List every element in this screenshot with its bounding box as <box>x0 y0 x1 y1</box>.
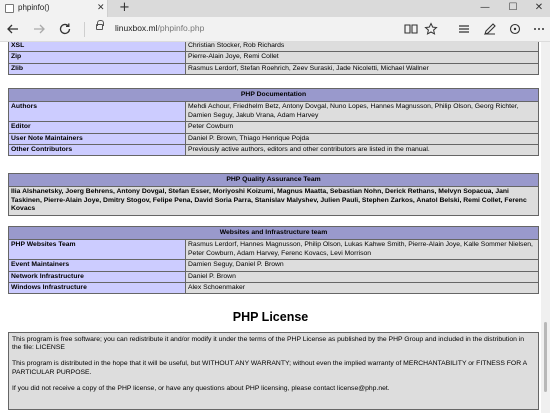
page-favicon-icon <box>5 4 14 13</box>
qa-header: PHP Quality Assurance Team <box>8 172 539 188</box>
back-arrow-icon[interactable] <box>6 22 20 36</box>
row-label: XSL <box>8 42 186 53</box>
row-value: Daniel P. Brown, Thiago Henrique Pojda <box>185 132 539 146</box>
license-paragraph: This program is free software; you can r… <box>12 336 525 352</box>
qa-members: Ilia Alshanetsky, Joerg Behrens, Antony … <box>8 186 539 216</box>
row-value: Rasmus Lerdorf, Stefan Roehrich, Zeev Su… <box>185 62 539 76</box>
qa-table: PHP Quality Assurance Team Ilia Alshanet… <box>8 172 539 216</box>
row-label: Event Maintainers <box>8 259 186 272</box>
credits-table-top: XSL Christian Stocker, Rob Richards Zip … <box>8 42 539 76</box>
web-note-icon[interactable] <box>483 22 497 36</box>
new-tab-icon[interactable]: + <box>119 1 130 15</box>
row-value: Peter Cowburn <box>185 121 539 134</box>
row-label: PHP Websites Team <box>8 239 186 261</box>
license-box: This program is free software; you can r… <box>8 332 539 410</box>
row-label: Zlib <box>8 62 186 76</box>
table-row: Ilia Alshanetsky, Joerg Behrens, Antony … <box>8 186 539 216</box>
infrastructure-header: Websites and Infrastructure team <box>8 225 539 241</box>
minimize-icon[interactable]: — <box>478 2 492 14</box>
row-value: Daniel P. Brown <box>185 270 539 284</box>
documentation-header: PHP Documentation <box>8 87 539 103</box>
row-value: Alex Schoenmaker <box>185 282 539 295</box>
table-row: PHP Websites Team Rasmus Lerdorf, Hannes… <box>8 239 539 261</box>
refresh-icon[interactable] <box>58 22 72 36</box>
table-row: Zip Pierre-Alain Joye, Remi Collet <box>8 51 539 64</box>
address-bar[interactable]: linuxbox.ml/phpinfo.php <box>115 23 204 33</box>
row-value: Christian Stocker, Rob Richards <box>185 42 539 53</box>
table-row: User Note Maintainers Daniel P. Brown, T… <box>8 132 539 146</box>
license-paragraph: If you did not receive a copy of the PHP… <box>12 384 390 392</box>
row-label: Other Contributors <box>8 144 186 157</box>
vertical-scrollbar[interactable] <box>541 42 550 413</box>
row-value: Rasmus Lerdorf, Hannes Magnusson, Philip… <box>185 239 539 261</box>
row-label: User Note Maintainers <box>8 132 186 146</box>
row-label: Windows Infrastructure <box>8 282 186 295</box>
table-row: Network Infrastructure Daniel P. Brown <box>8 270 539 284</box>
window-close-icon[interactable]: ✕ <box>532 2 546 14</box>
row-value: Pierre-Alain Joye, Remi Collet <box>185 51 539 64</box>
table-row: Editor Peter Cowburn <box>8 121 539 134</box>
row-value: Damien Seguy, Daniel P. Brown <box>185 259 539 272</box>
table-row: Zlib Rasmus Lerdorf, Stefan Roehrich, Ze… <box>8 62 539 76</box>
lock-icon[interactable] <box>96 20 104 30</box>
documentation-table: PHP Documentation Authors Mehdi Achour, … <box>8 87 539 157</box>
table-row: Windows Infrastructure Alex Schoenmaker <box>8 282 539 295</box>
table-row: Authors Mehdi Achour, Friedhelm Betz, An… <box>8 101 539 123</box>
navigation-bar: linuxbox.ml/phpinfo.php <box>0 17 550 42</box>
row-label: Authors <box>8 101 186 123</box>
tab-bar: phpinfo() ✕ + — ☐ ✕ <box>0 0 550 17</box>
row-value: Mehdi Achour, Friedhelm Betz, Antony Dov… <box>185 101 539 123</box>
tab-title: phpinfo() <box>18 3 50 12</box>
url-path: /phpinfo.php <box>157 23 205 33</box>
more-icon[interactable] <box>532 22 546 36</box>
license-title: PHP License <box>232 310 309 324</box>
share-icon[interactable] <box>508 22 522 36</box>
row-label: Zip <box>8 51 186 64</box>
page-content: XSL Christian Stocker, Rob Richards Zip … <box>0 42 541 413</box>
forward-arrow-icon[interactable] <box>32 22 46 36</box>
hub-icon[interactable] <box>457 22 471 36</box>
table-row: XSL Christian Stocker, Rob Richards <box>8 42 539 53</box>
license-paragraph: This program is distributed in the hope … <box>12 360 527 376</box>
scrollbar-thumb[interactable] <box>544 322 547 392</box>
maximize-icon[interactable]: ☐ <box>506 2 520 14</box>
table-row: Event Maintainers Damien Seguy, Daniel P… <box>8 259 539 272</box>
tab-close-icon[interactable]: ✕ <box>97 2 105 14</box>
browser-tab[interactable]: phpinfo() ✕ <box>0 0 108 17</box>
infrastructure-table: Websites and Infrastructure team PHP Web… <box>8 225 539 295</box>
address-separator <box>84 22 85 37</box>
url-domain: linuxbox.ml <box>115 23 158 33</box>
row-label: Editor <box>8 121 186 134</box>
row-label: Network Infrastructure <box>8 270 186 284</box>
reading-view-icon[interactable] <box>404 22 418 36</box>
row-value: Previously active authors, editors and o… <box>185 144 539 157</box>
favorite-star-icon[interactable] <box>424 22 438 36</box>
table-row: Other Contributors Previously active aut… <box>8 144 539 157</box>
